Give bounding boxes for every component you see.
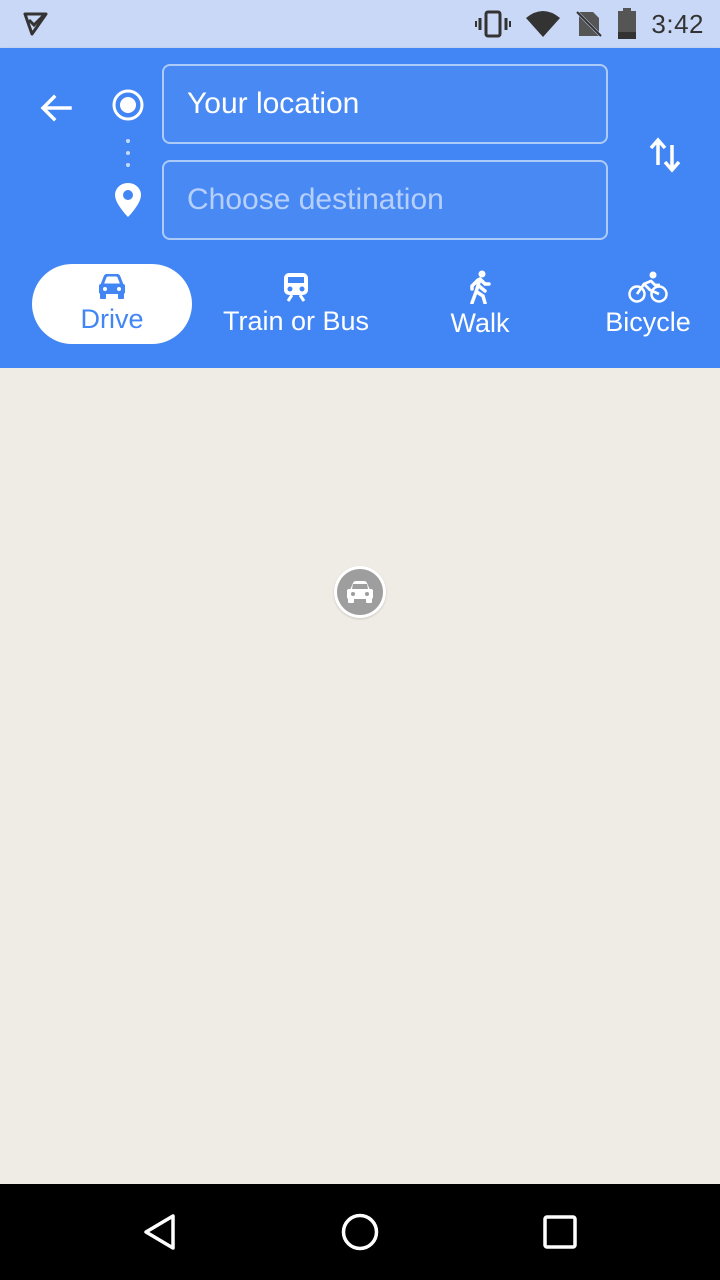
no-sim-icon — [575, 10, 604, 38]
origin-input[interactable] — [162, 64, 608, 144]
back-button[interactable] — [32, 84, 80, 132]
bicycle-icon — [628, 271, 668, 303]
car-icon — [99, 274, 125, 299]
swap-vert-icon — [649, 137, 681, 173]
car-icon — [347, 581, 373, 603]
mode-label: Bicycle — [605, 307, 691, 337]
mode-tab-bicycle[interactable]: Bicycle — [586, 264, 710, 344]
destination-pin-icon — [115, 183, 141, 217]
directions-header: Drive Train or Bus Walk — [0, 48, 720, 368]
battery-icon — [618, 8, 637, 39]
mode-tab-train-or-bus[interactable]: Train or Bus — [206, 264, 386, 344]
home-circle-icon — [341, 1213, 379, 1251]
destination-input[interactable] — [162, 160, 608, 240]
mode-tab-walk[interactable]: Walk — [420, 264, 540, 344]
recents-square-icon — [543, 1215, 577, 1249]
status-time: 3:42 — [651, 8, 704, 39]
nav-recents-button[interactable] — [536, 1208, 584, 1256]
nav-back-button[interactable] — [136, 1208, 184, 1256]
status-bar: 3:42 — [0, 0, 720, 48]
play-store-notification-icon — [23, 12, 48, 36]
marker-inner — [337, 569, 383, 615]
mode-label: Drive — [80, 304, 144, 334]
arrow-back-icon — [40, 94, 72, 122]
system-nav-bar — [0, 1184, 720, 1280]
walk-icon — [470, 270, 491, 304]
mode-label: Train or Bus — [222, 306, 370, 336]
nav-home-button[interactable] — [336, 1208, 384, 1256]
route-dots — [126, 139, 130, 167]
mode-tab-drive[interactable]: Drive — [32, 264, 192, 344]
back-triangle-icon — [144, 1214, 175, 1250]
travel-mode-tabs: Drive Train or Bus Walk Bicycle — [0, 264, 720, 344]
origin-dot-icon — [112, 89, 144, 121]
current-location-marker[interactable] — [334, 566, 386, 618]
mode-label: Walk — [450, 308, 510, 338]
train-icon — [284, 273, 308, 302]
swap-button[interactable] — [640, 130, 690, 180]
map-canvas[interactable] — [0, 368, 720, 1184]
status-icons: 3:42 — [475, 0, 704, 48]
vibrate-icon — [475, 10, 512, 38]
wifi-icon — [526, 11, 561, 37]
